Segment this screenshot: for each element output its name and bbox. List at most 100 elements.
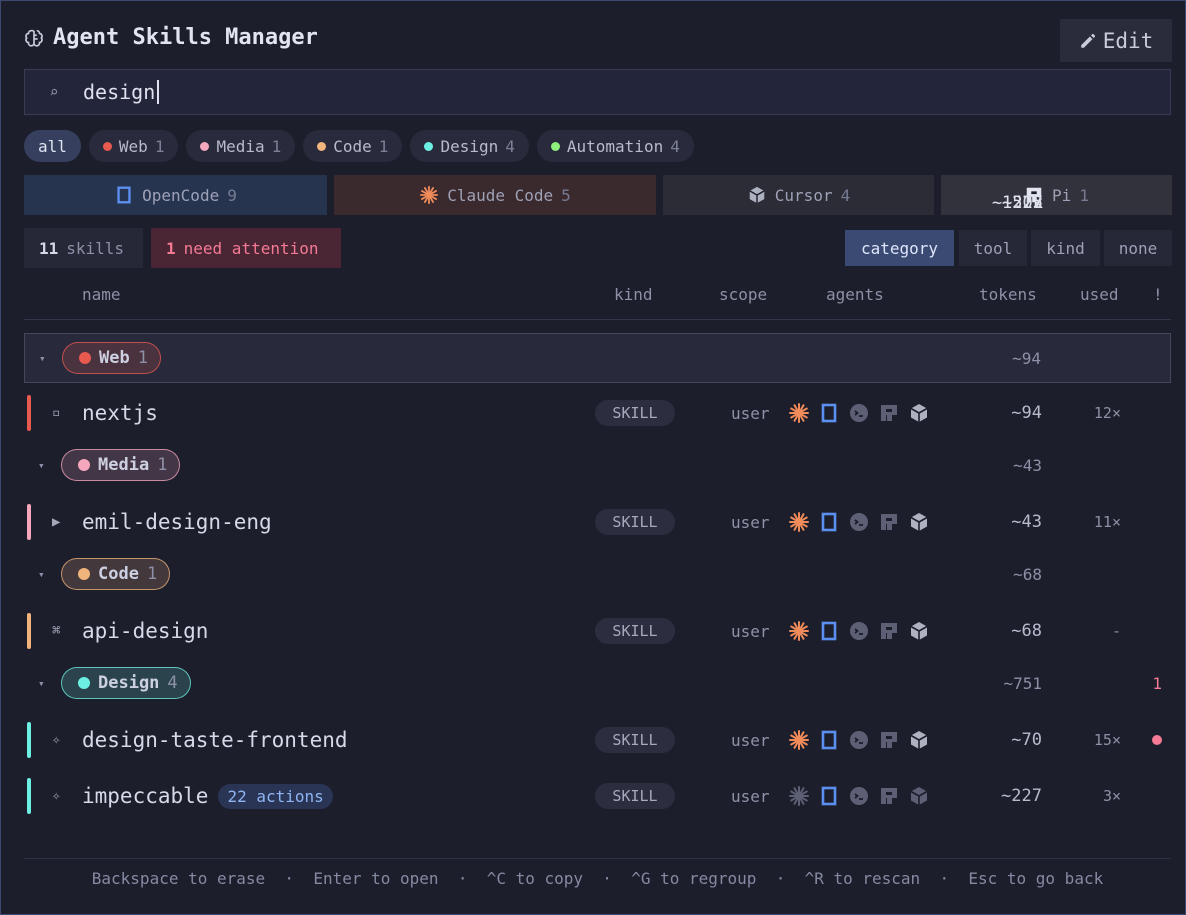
token-count: ~43 [1011, 512, 1042, 532]
terminal-agent-icon [848, 785, 870, 811]
collapse-caret-icon[interactable]: ▾ [38, 459, 45, 472]
group-header-web[interactable]: ▾ Web 1 ~94 [24, 333, 1171, 383]
attention-badge[interactable]: 1 need attention [151, 228, 341, 268]
agent-filter-pi[interactable]: Pi 1 ~227 [941, 175, 1172, 215]
group-warning-count: 1 [1152, 673, 1162, 693]
agent-skill-count: 9 [227, 185, 237, 205]
column-header-agents[interactable]: agents [826, 285, 884, 304]
column-header-warnings[interactable]: ! [1153, 285, 1163, 304]
agent-name: Claude Code [447, 185, 554, 205]
terminal-agent-icon [848, 511, 870, 537]
agent-filter-cursor[interactable]: Cursor 4 ~275 [663, 175, 1043, 215]
group-header-media[interactable]: ▾ Media 1 ~43 [24, 440, 1171, 490]
column-header-used[interactable]: used [1080, 285, 1119, 304]
category-filters: all Web 1 Media 1 Code 1 Design 4 Automation 4 [24, 130, 694, 162]
group-name: Media [98, 455, 150, 475]
skill-name: impeccable [82, 784, 209, 808]
group-name: Code [98, 564, 139, 584]
group-by-tool-button[interactable]: tool [959, 230, 1027, 266]
group-name: Design [98, 673, 160, 693]
filter-chip-label: Code [333, 136, 372, 156]
opencode-icon [818, 511, 840, 537]
category-color-dot [550, 141, 560, 151]
agent-name: Pi [1052, 185, 1072, 205]
agent-skill-count: 5 [561, 185, 571, 205]
search-input[interactable]: ⌕ design [24, 69, 1171, 115]
agent-filter-claude-code[interactable]: Claude Code 5 ~502 [334, 175, 1043, 215]
scope-value: user [731, 403, 770, 423]
claude-icon [788, 785, 810, 811]
cursor-icon [908, 511, 930, 537]
group-by-kind-button[interactable]: kind [1031, 230, 1100, 266]
usage-count: 11× [1093, 513, 1121, 531]
agent-filter-opencode[interactable]: OpenCode 9 ~1.2k [24, 175, 1043, 215]
group-token-total: ~94 [1012, 348, 1041, 368]
cursor-icon [908, 785, 930, 811]
app-title: Agent Skills Manager [23, 25, 318, 50]
cursor-icon [747, 185, 767, 205]
claude-icon [788, 402, 810, 428]
filter-chip-web[interactable]: Web 1 [88, 130, 179, 162]
category-color-bar [27, 722, 31, 758]
opencode-icon [818, 402, 840, 428]
scope-value: user [731, 512, 770, 532]
category-color-bar [27, 613, 31, 649]
column-header-kind[interactable]: kind [614, 285, 653, 304]
claude-icon [788, 511, 810, 537]
filter-chip-media[interactable]: Media 1 [186, 130, 296, 162]
skills-label: skills [66, 238, 125, 258]
group-pill: Design 4 [61, 667, 191, 699]
group-pill: Code 1 [61, 558, 171, 590]
skills-list[interactable]: ▾ Web 1 ~94 ▫ nextjs SKILL user ~94 12× … [24, 325, 1171, 845]
cursor-icon [908, 729, 930, 755]
actions-badge[interactable]: 22 actions [218, 783, 333, 809]
usage-count: 15× [1093, 731, 1121, 749]
token-count: ~68 [1011, 621, 1042, 641]
filter-chip-automation[interactable]: Automation 4 [536, 130, 694, 162]
skill-row[interactable]: ⌘ api-design SKILL user ~68 - [24, 603, 1171, 659]
search-icon: ⌕ [49, 83, 59, 101]
edit-button[interactable]: Edit [1060, 19, 1172, 62]
kind-badge: SKILL [595, 727, 675, 753]
collapse-caret-icon[interactable]: ▾ [39, 352, 46, 365]
usage-count: - [1111, 622, 1121, 640]
group-by-none-button[interactable]: none [1104, 230, 1172, 266]
agent-token-count: ~227 [1002, 193, 1043, 213]
square-icon: ▫ [52, 405, 61, 421]
pi-icon [878, 511, 900, 537]
skill-row[interactable]: ✧ design-taste-frontend SKILL user ~70 1… [24, 712, 1171, 768]
filter-chip-label: all [38, 136, 67, 156]
cursor-icon [908, 402, 930, 428]
skill-row[interactable]: ▫ nextjs SKILL user ~94 12× [24, 385, 1171, 441]
filter-chip-code[interactable]: Code 1 [303, 130, 403, 162]
token-count: ~94 [1011, 403, 1042, 423]
filter-chip-label: Automation [566, 136, 664, 156]
usage-count: 12× [1093, 404, 1121, 422]
collapse-caret-icon[interactable]: ▾ [38, 568, 45, 581]
claude-icon [788, 729, 810, 755]
column-header-scope[interactable]: scope [719, 285, 767, 304]
group-by-category-button[interactable]: category [845, 230, 954, 266]
keyboard-hints: Backspace to erase · Enter to open · ^C … [91, 869, 1104, 888]
attention-dot[interactable] [1152, 735, 1162, 745]
scope-value: user [731, 730, 770, 750]
column-header-tokens[interactable]: tokens [979, 285, 1037, 304]
collapse-caret-icon[interactable]: ▾ [38, 677, 45, 690]
column-header-name[interactable]: name [82, 285, 121, 304]
filter-chip-all[interactable]: all [24, 130, 81, 162]
group-header-code[interactable]: ▾ Code 1 ~68 [24, 549, 1171, 599]
skill-row[interactable]: ✧ impeccable 22 actions SKILL user ~227 … [24, 768, 1171, 824]
filter-chip-count: 1 [271, 136, 282, 156]
category-color-dot [78, 459, 90, 471]
group-pill: Media 1 [61, 449, 181, 481]
skill-row[interactable]: ▶ emil-design-eng SKILL user ~43 11× [24, 494, 1171, 550]
group-count: 1 [137, 348, 148, 368]
filter-chip-design[interactable]: Design 4 [410, 130, 529, 162]
opencode-icon [818, 729, 840, 755]
pencil-icon [1080, 33, 1095, 48]
group-header-design[interactable]: ▾ Design 4 ~751 1 [24, 658, 1171, 708]
filter-chip-label: Design [440, 136, 499, 156]
filter-chip-count: 1 [154, 136, 165, 156]
agent-skill-count: 1 [1079, 185, 1089, 205]
skill-name: nextjs [82, 401, 158, 425]
